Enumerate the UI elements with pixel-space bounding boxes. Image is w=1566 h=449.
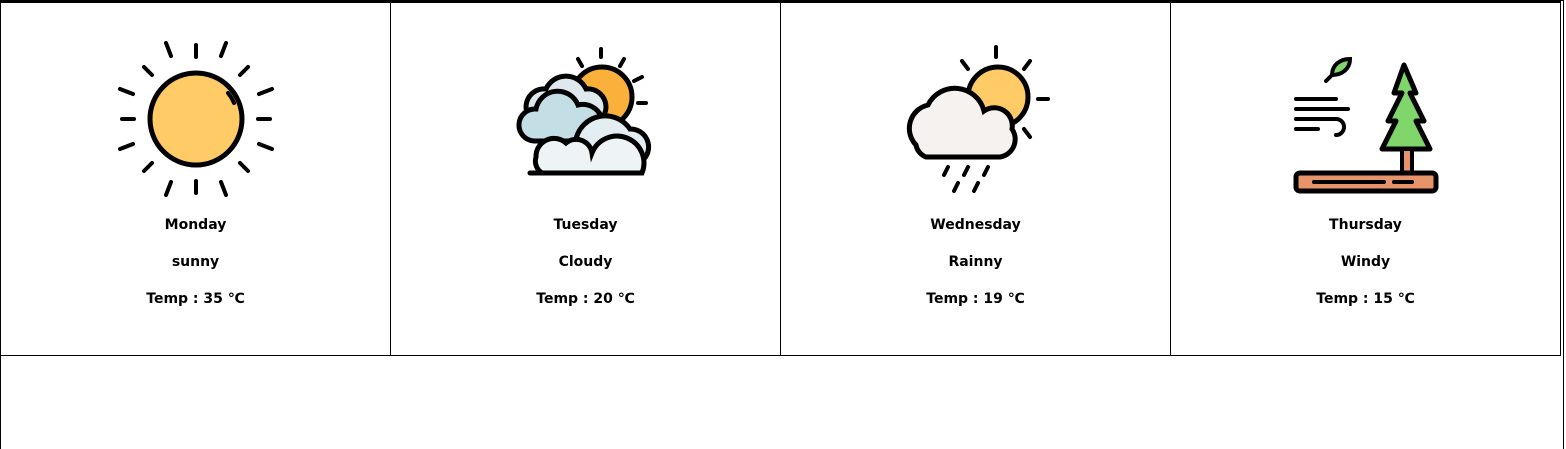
- sun-icon: [116, 39, 276, 199]
- forecast-card-thursday: Thursday Windy Temp : 15 ℃: [1170, 1, 1561, 356]
- forecast-card-tuesday: Tuesday Cloudy Temp : 20 ℃: [390, 1, 781, 356]
- temperature-label: Temp : 35 ℃: [146, 291, 245, 307]
- temperature-label: Temp : 15 ℃: [1316, 291, 1415, 307]
- day-label: Thursday: [1329, 217, 1402, 233]
- temperature-label: Temp : 19 ℃: [926, 291, 1025, 307]
- day-label: Monday: [164, 217, 227, 233]
- wind-icon: [1286, 39, 1446, 199]
- condition-label: Cloudy: [558, 254, 613, 270]
- condition-label: Rainny: [948, 254, 1003, 270]
- forecast-row: Monday sunny Temp : 35 ℃ Tuesday Cloudy …: [0, 1, 1566, 356]
- forecast-card-wednesday: Wednesday Rainny Temp : 19 ℃: [780, 1, 1171, 356]
- day-label: Tuesday: [553, 217, 618, 233]
- condition-label: sunny: [171, 254, 220, 270]
- day-label: Wednesday: [930, 217, 1021, 233]
- temperature-label: Temp : 20 ℃: [536, 291, 635, 307]
- condition-label: Windy: [1340, 254, 1391, 270]
- cloudy-icon: [506, 39, 666, 199]
- forecast-card-monday: Monday sunny Temp : 35 ℃: [0, 1, 391, 356]
- rain-icon: [896, 39, 1056, 199]
